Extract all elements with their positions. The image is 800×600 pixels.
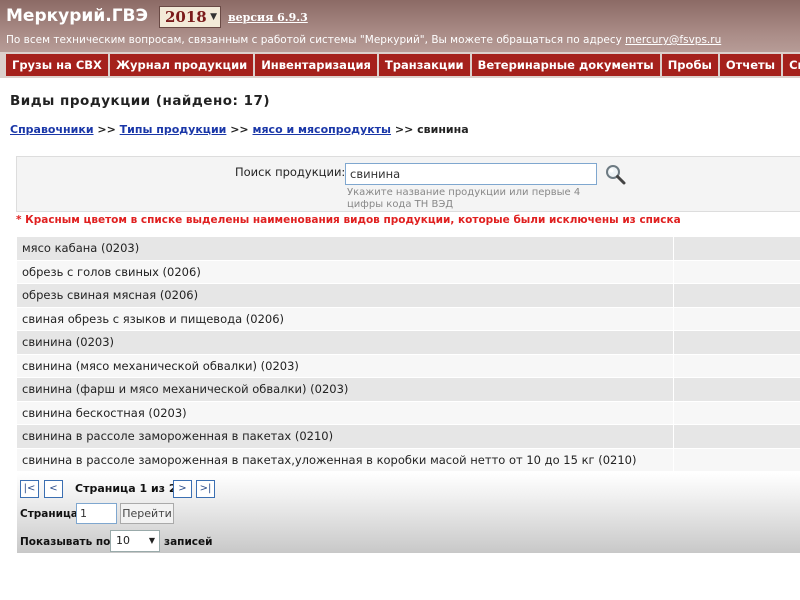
page-title: Виды продукции (найдено: 17)	[10, 93, 271, 109]
next-page-button[interactable]: >	[173, 480, 192, 498]
breadcrumb-link-meat[interactable]: мясо и мясопродукты	[253, 123, 392, 136]
list-item[interactable]: свинина бескостная (0203)	[17, 401, 800, 425]
chevron-down-icon: ▼	[148, 536, 155, 545]
search-input[interactable]	[345, 163, 597, 185]
per-page-label: Показывать по:	[20, 536, 115, 548]
menu-item-journal[interactable]: Журнал продукции	[109, 54, 254, 76]
menu-item-samples[interactable]: Пробы	[661, 54, 718, 76]
product-name[interactable]: свинина в рассоле замороженная в пакетах…	[17, 425, 674, 448]
logo-suffix: ГВЭ	[111, 6, 148, 26]
breadcrumb-link-references[interactable]: Справочники	[10, 123, 94, 136]
first-page-button[interactable]: |<	[20, 480, 39, 498]
product-list: мясо кабана (0203) обрезь с голов свиных…	[17, 237, 800, 472]
list-item[interactable]: свинина в рассоле замороженная в пакетах…	[17, 448, 800, 472]
row-extra-cell	[674, 284, 800, 307]
support-email-link[interactable]: mercury@fsvps.ru	[625, 34, 721, 46]
row-extra-cell	[674, 331, 800, 354]
breadcrumb-current: свинина	[417, 123, 469, 136]
version-link[interactable]: версия 6.9.3	[228, 11, 308, 24]
list-item[interactable]: свинина в рассоле замороженная в пакетах…	[17, 425, 800, 449]
excluded-note: * Красным цветом в списке выделены наиме…	[16, 214, 681, 226]
prev-page-button[interactable]: <	[44, 480, 63, 498]
last-page-button[interactable]: >|	[196, 480, 215, 498]
product-name[interactable]: свинина (0203)	[17, 331, 674, 354]
list-item[interactable]: свинина (фарш и мясо механической обвалк…	[17, 378, 800, 402]
search-label: Поиск продукции:	[235, 165, 346, 179]
list-item[interactable]: свинина (0203)	[17, 331, 800, 355]
menu-item-vet-documents[interactable]: Ветеринарные документы	[471, 54, 660, 76]
page-info: Страница 1 из 2	[75, 482, 177, 495]
per-page-select[interactable]: 10 ▼	[110, 530, 160, 552]
records-label: записей	[164, 536, 213, 548]
breadcrumb-separator: >>	[97, 123, 116, 136]
app-header: Меркурий.ГВЭ 2018 ▼ версия 6.9.3 По всем…	[0, 0, 800, 52]
year-value: 2018	[165, 8, 207, 26]
go-button[interactable]: Перейти	[120, 503, 174, 524]
list-item[interactable]: мясо кабана (0203)	[17, 237, 800, 261]
page-number-input[interactable]	[76, 503, 117, 524]
breadcrumb-separator: >>	[230, 123, 249, 136]
menu-item-references[interactable]: Справо	[783, 54, 800, 76]
row-extra-cell	[674, 355, 800, 378]
year-select[interactable]: 2018 ▼	[159, 6, 221, 28]
product-name[interactable]: свинина в рассоле замороженная в пакетах…	[17, 448, 674, 471]
logo-prefix: Меркурий.	[6, 6, 112, 26]
list-item[interactable]: свинина (мясо механической обвалки) (020…	[17, 354, 800, 378]
product-name[interactable]: обрезь свиная мясная (0206)	[17, 284, 674, 307]
menu-item-transactions[interactable]: Транзакции	[378, 54, 470, 76]
support-notice: По всем техническим вопросам, связанным …	[6, 34, 721, 46]
app-logo[interactable]: Меркурий.ГВЭ	[6, 6, 148, 26]
row-extra-cell	[674, 261, 800, 284]
search-panel: Поиск продукции: Укажите название продук…	[16, 156, 800, 212]
breadcrumb-separator: >>	[394, 123, 414, 136]
product-name[interactable]: свинина (фарш и мясо механической обвалк…	[17, 378, 674, 401]
chevron-down-icon: ▼	[210, 12, 217, 22]
row-extra-cell	[674, 402, 800, 425]
search-icon[interactable]	[604, 163, 626, 185]
row-extra-cell	[674, 378, 800, 401]
list-item[interactable]: обрезь с голов свиных (0206)	[17, 260, 800, 284]
per-page-value: 10	[116, 534, 130, 547]
product-name[interactable]: свинина бескостная (0203)	[17, 401, 674, 424]
breadcrumb: Справочники >> Типы продукции >> мясо и …	[10, 123, 469, 136]
row-extra-cell	[674, 308, 800, 331]
product-name[interactable]: обрезь с голов свиных (0206)	[17, 260, 674, 283]
product-name[interactable]: свиная обрезь с языков и пищевода (0206)	[17, 307, 674, 330]
support-text: По всем техническим вопросам, связанным …	[6, 34, 622, 46]
menu-item-inventory[interactable]: Инвентаризация	[255, 54, 377, 76]
list-item[interactable]: свиная обрезь с языков и пищевода (0206)	[17, 307, 800, 331]
list-item[interactable]: обрезь свиная мясная (0206)	[17, 284, 800, 308]
menu-item-cargo[interactable]: Грузы на СВХ	[6, 54, 108, 76]
page-label: Страница	[20, 508, 78, 520]
row-extra-cell	[674, 449, 800, 472]
main-menu: Грузы на СВХ Журнал продукции Инвентариз…	[0, 52, 800, 78]
pager: |< < Страница 1 из 2 > >| Страница Перей…	[17, 473, 800, 553]
product-name[interactable]: свинина (мясо механической обвалки) (020…	[17, 354, 674, 377]
breadcrumb-link-product-types[interactable]: Типы продукции	[120, 123, 227, 136]
row-extra-cell	[674, 425, 800, 448]
menu-item-reports[interactable]: Отчеты	[719, 54, 782, 76]
product-name[interactable]: мясо кабана (0203)	[17, 237, 674, 260]
search-hint: Укажите название продукции или первые 4 …	[347, 187, 581, 210]
row-extra-cell	[674, 237, 800, 260]
